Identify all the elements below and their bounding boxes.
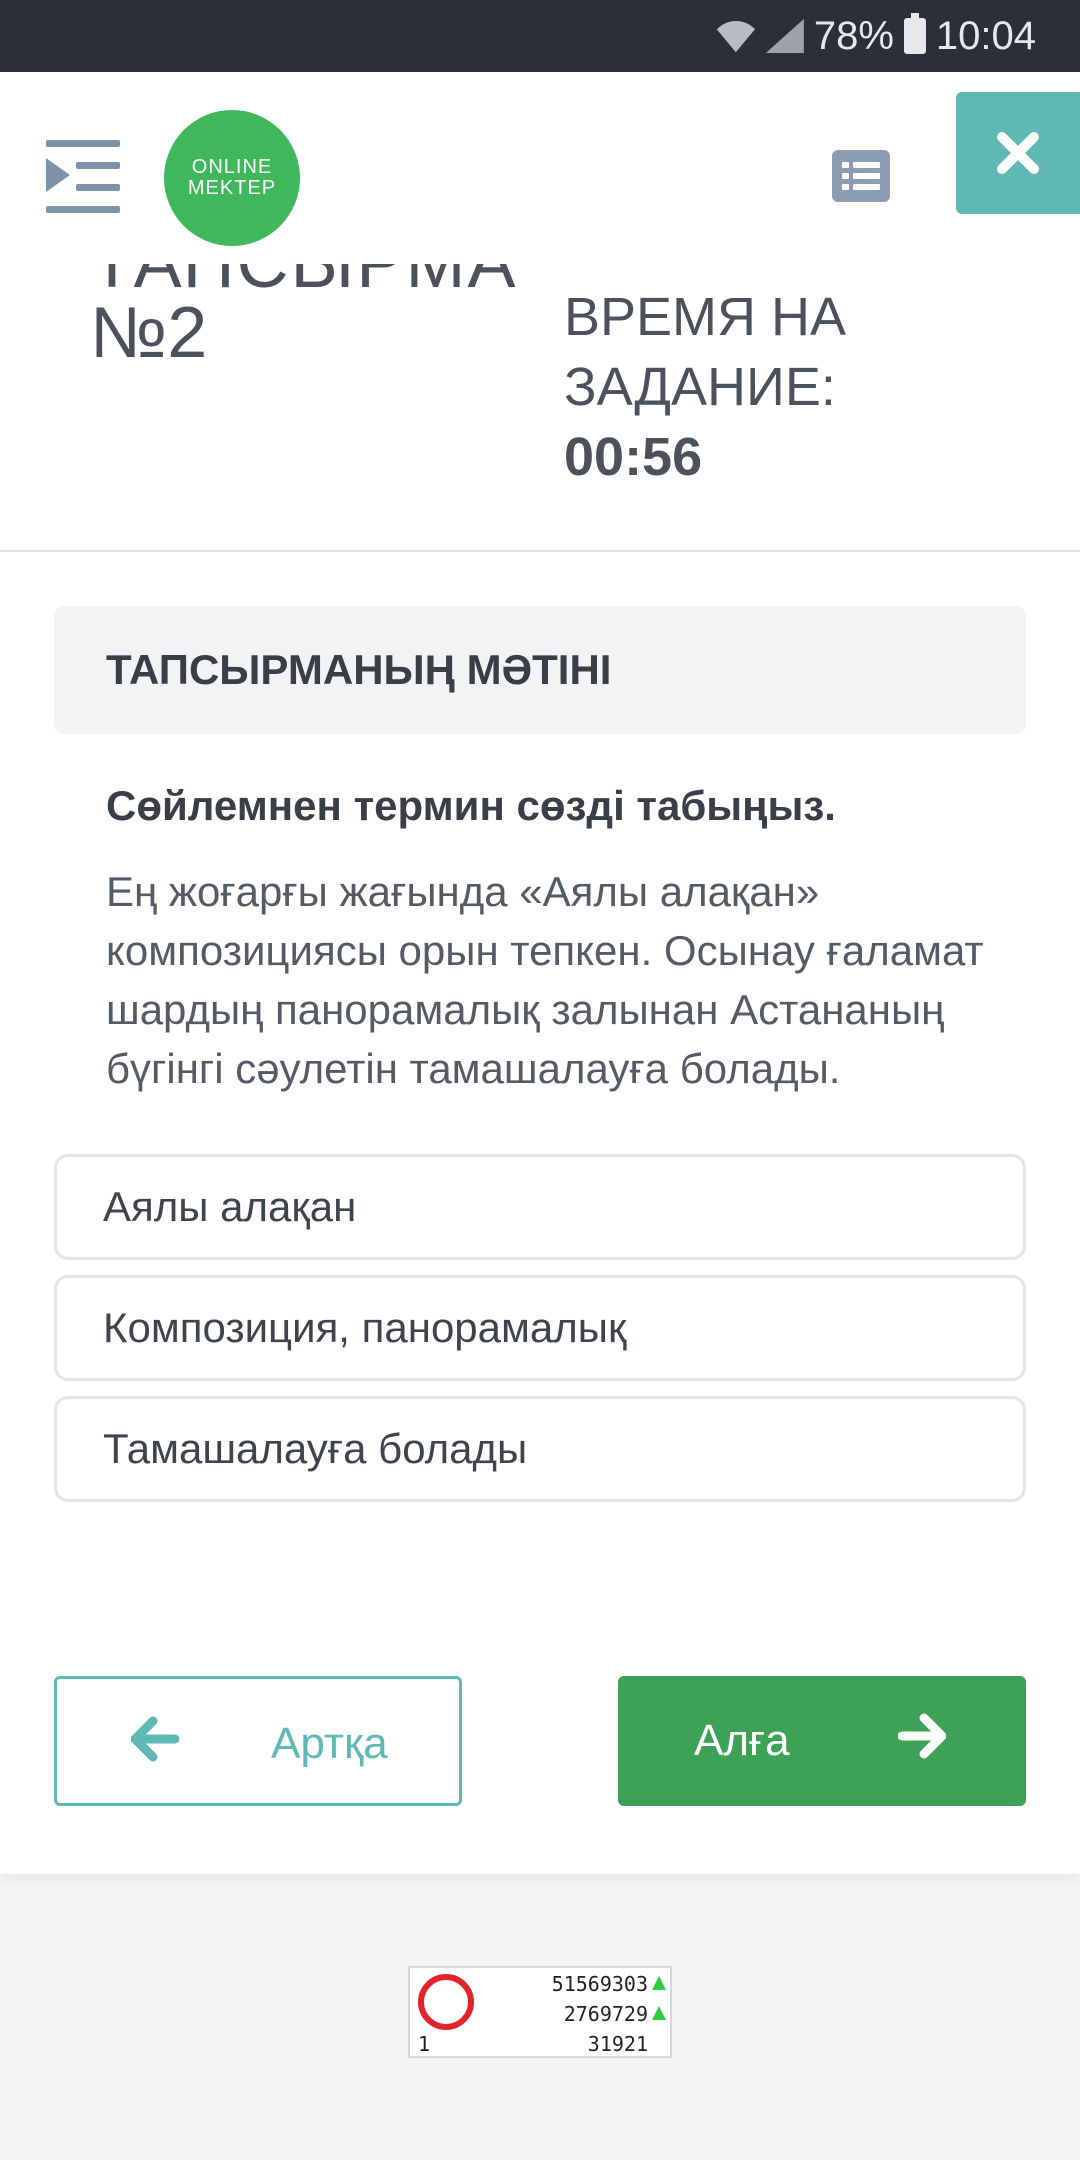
task-text-title: ТАПСЫРМАНЫҢ МӘТІНІ [106, 646, 612, 693]
wifi-icon [716, 19, 756, 53]
counter-rank: 1 [418, 2032, 431, 2056]
back-button-label: Артқа [271, 1719, 388, 1768]
timer-label-line2: ЗАДАНИЕ: [564, 357, 836, 417]
counter-logo-icon [418, 1974, 474, 2030]
timer-label-line1: ВРЕМЯ НА [564, 287, 847, 347]
answer-option-label: Аялы алақан [103, 1183, 357, 1230]
answer-option-label: Композиция, панорамалық [103, 1304, 627, 1351]
counter-value-1: 51569303 [551, 1972, 648, 1996]
battery-percent: 78% [813, 13, 894, 58]
passage-text: Ең жоғарғы жағында «Аялы алақан» компози… [106, 868, 984, 1092]
next-button-label: Алға [694, 1716, 790, 1765]
arrow-right-icon [898, 1713, 946, 1759]
answer-option[interactable]: Тамашалауға болады [54, 1396, 1026, 1502]
arrow-left-icon [131, 1716, 179, 1762]
answer-option[interactable]: Композиция, панорамалық [54, 1275, 1026, 1381]
answer-option-label: Тамашалауға болады [103, 1425, 528, 1472]
back-button[interactable]: Артқа [54, 1676, 462, 1806]
task-title-number: №2 [90, 293, 208, 373]
counter-value-3: 31921 [587, 2032, 648, 2056]
up-arrow-icon [652, 1976, 666, 1990]
task-list-icon[interactable] [832, 150, 890, 202]
task-text-header: ТАПСЫРМАНЫҢ МӘТІНІ [54, 606, 1026, 734]
counter-value-2: 2769729 [563, 2002, 648, 2026]
divider [0, 550, 1080, 552]
visitor-counter[interactable]: 51569303 2769729 1 31921 [408, 1966, 672, 2058]
next-button[interactable]: Алға [618, 1676, 1026, 1806]
online-mektep-logo[interactable]: ONLINE MEKTEP [164, 110, 300, 246]
clock: 10:04 [935, 13, 1036, 58]
signal-icon [765, 19, 804, 53]
logo-line2: MEKTEP [187, 177, 277, 199]
task-title: ТАПСЫРМА №2 [90, 264, 570, 404]
up-arrow-icon [652, 2006, 666, 2020]
menu-toggle-icon[interactable] [46, 140, 120, 213]
battery-icon [903, 13, 926, 54]
timer-value: 00:56 [564, 427, 703, 487]
task-timer: ВРЕМЯ НА ЗАДАНИЕ: 00:56 [564, 282, 846, 492]
answer-option[interactable]: Аялы алақан [54, 1154, 1026, 1260]
question-text: Сөйлемнен термин сөзді табыңыз. [106, 782, 836, 829]
logo-line1: ONLINE [191, 156, 273, 178]
close-button[interactable] [956, 92, 1080, 214]
status-bar: 78% 10:04 [0, 0, 1080, 72]
close-icon [997, 132, 1039, 174]
